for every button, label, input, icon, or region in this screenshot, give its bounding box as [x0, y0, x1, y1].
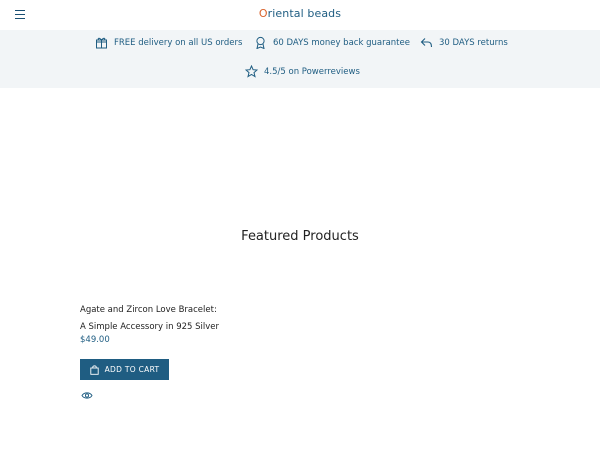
product-title[interactable]: Agate and Zircon Love Bracelet: A Simple… — [80, 302, 250, 336]
add-to-cart-label: ADD TO CART — [104, 365, 160, 374]
star-icon — [245, 65, 258, 78]
featured-products-heading: Featured Products — [241, 229, 359, 244]
benefit-text: 60 DAYS money back guarantee — [273, 37, 410, 48]
product-price: $49.00 — [80, 335, 110, 345]
logo-initial: O — [258, 7, 268, 20]
shopping-bag-icon — [89, 364, 99, 375]
top-header: Oriental beads — [0, 0, 600, 30]
gift-box-icon — [96, 37, 107, 49]
benefit-reviews: 4.5/5 on Powerreviews — [245, 65, 360, 78]
logo-text: riental beads — [267, 7, 342, 20]
benefit-free-delivery: FREE delivery on all US orders — [95, 36, 242, 49]
return-arrow-icon — [420, 38, 433, 48]
benefit-money-back: 60 DAYS money back guarantee — [254, 36, 410, 49]
add-to-cart-button[interactable]: ADD TO CART — [80, 359, 169, 380]
benefit-text: FREE delivery on all US orders — [114, 37, 243, 48]
product-title-line: Agate and Zircon Love Bracelet: — [80, 305, 217, 315]
benefit-text: 4.5/5 on Powerreviews — [264, 66, 360, 77]
benefit-returns: 30 DAYS returns — [420, 36, 508, 49]
benefits-bar: FREE delivery on all US orders 60 DAYS m… — [0, 30, 600, 88]
award-ribbon-icon — [256, 36, 265, 49]
site-logo[interactable]: Oriental beads — [0, 7, 600, 20]
eye-icon[interactable] — [81, 391, 93, 400]
benefit-text: 30 DAYS returns — [439, 37, 508, 48]
product-title-line: A Simple Accessory in 925 Silver — [80, 322, 220, 332]
